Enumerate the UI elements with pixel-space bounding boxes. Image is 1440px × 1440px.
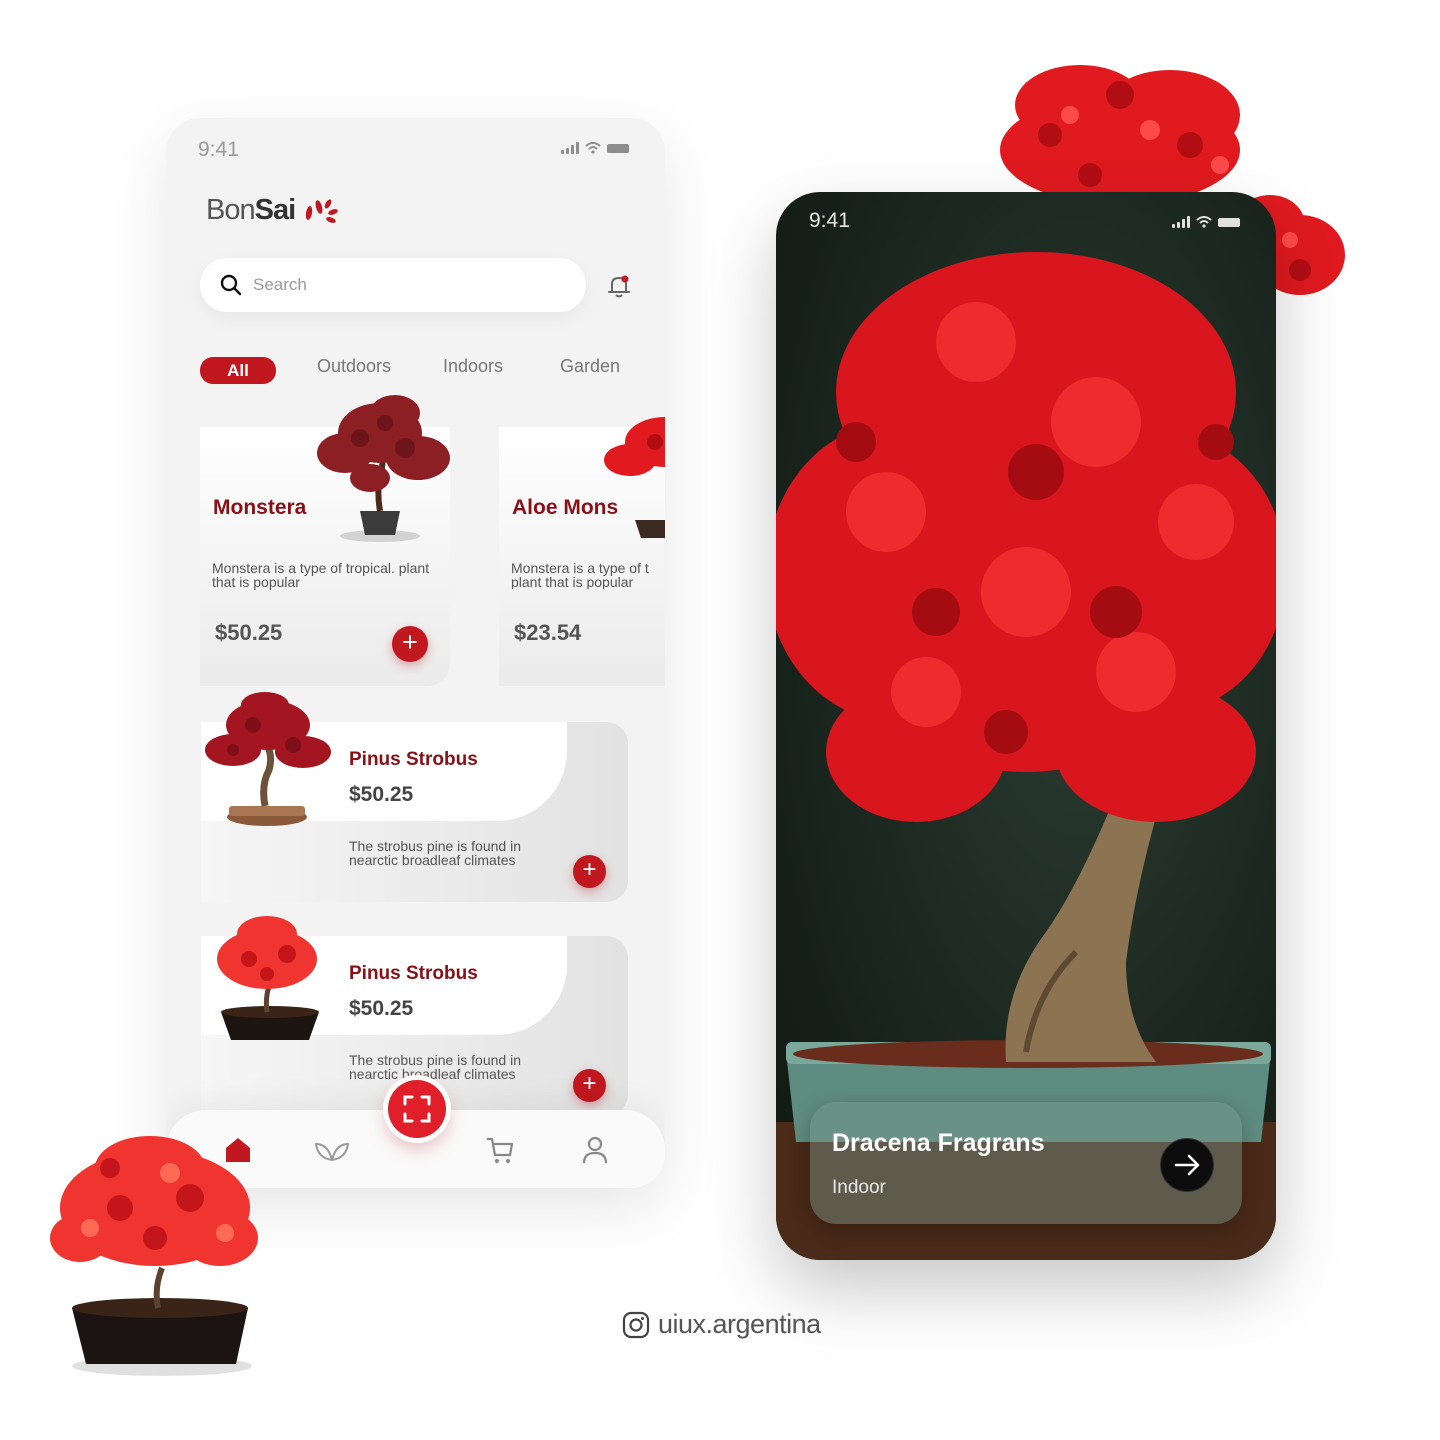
logo-leaves-icon <box>305 198 338 223</box>
author-handle: uiux.argentina <box>658 1309 821 1339</box>
product-description: The strobus pine is found in nearctic br… <box>349 838 521 868</box>
product-price: $50.25 <box>349 997 414 1020</box>
status-icons <box>561 142 629 154</box>
bonsai-hero-image <box>776 252 1276 1260</box>
product-name: Pinus Strobus <box>349 963 478 984</box>
battery-icon <box>1218 217 1240 227</box>
add-to-cart-button[interactable]: + <box>573 855 606 888</box>
bonsai-decor-bottom <box>50 1136 258 1376</box>
bonsai-image <box>317 395 450 542</box>
search-input[interactable]: Search <box>253 275 307 295</box>
arrow-right-icon <box>1174 1154 1200 1176</box>
logo-text-sai: Sai <box>254 194 297 226</box>
cart-icon[interactable] <box>484 1134 516 1166</box>
tab-all[interactable]: All <box>200 357 276 384</box>
status-time: 9:41 <box>198 138 239 161</box>
add-to-cart-button[interactable]: + <box>392 626 428 662</box>
tab-indoors[interactable]: Indoors <box>443 356 503 377</box>
product-info-card: Dracena Fragrans Indoor <box>810 1102 1242 1224</box>
status-time: 9:41 <box>809 209 850 232</box>
scan-icon <box>403 1095 431 1123</box>
product-card[interactable]: Monstera Monstera is a type of tropical.… <box>200 395 450 686</box>
battery-icon <box>607 143 629 153</box>
product-name: Pinus Strobus <box>349 749 478 770</box>
search-bar[interactable]: Search <box>200 258 586 312</box>
product-name: Aloe Mons <box>512 496 619 519</box>
wifi-icon <box>1196 216 1212 228</box>
app-logo: Bon Sai <box>206 194 343 227</box>
product-description: Monstera is a type of tropical. plant th… <box>212 560 430 590</box>
author-credit: uiux.argentina <box>622 1309 821 1340</box>
product-name: Dracena Fragrans <box>832 1129 1045 1157</box>
product-description: The strobus pine is found in nearctic br… <box>349 1052 521 1082</box>
product-price: $23.54 <box>514 620 582 645</box>
instagram-icon <box>622 1311 650 1338</box>
logo-text-bon: Bon <box>206 194 256 226</box>
tab-outdoors[interactable]: Outdoors <box>317 356 391 377</box>
signal-icon <box>561 142 579 154</box>
product-price: $50.25 <box>349 783 414 806</box>
user-icon[interactable] <box>579 1134 611 1166</box>
bonsai-shop-home-screen: 9:41 Bon Sai Search All Outdoors Indoors … <box>166 118 665 1188</box>
status-bar: 9:41 <box>198 138 629 162</box>
open-product-button[interactable] <box>1160 1138 1214 1192</box>
signal-icon <box>1172 216 1190 228</box>
leaf-icon[interactable] <box>314 1134 350 1166</box>
product-list-item[interactable]: Pinus Strobus $50.25 The strobus pine is… <box>201 692 628 902</box>
scan-button[interactable] <box>388 1080 446 1138</box>
tab-garden[interactable]: Garden <box>560 356 620 377</box>
product-description: Monstera is a type of t plant that is po… <box>511 561 649 589</box>
wifi-icon <box>585 142 601 154</box>
status-icons <box>1172 216 1240 228</box>
bonsai-image <box>604 417 665 538</box>
product-name: Monstera <box>213 496 307 519</box>
notification-bell-icon[interactable] <box>604 271 634 301</box>
product-price: $50.25 <box>215 620 283 645</box>
search-icon <box>220 274 242 296</box>
bonsai-image <box>205 692 331 826</box>
product-card[interactable]: Aloe Mons Monstera is a type of t plant … <box>499 417 665 686</box>
bonsai-image <box>217 916 319 1040</box>
product-category: Indoor <box>832 1177 886 1198</box>
product-detail-screen: 9:41 Dracena Fragrans Indoor <box>776 192 1276 1260</box>
add-to-cart-button[interactable]: + <box>573 1069 606 1102</box>
